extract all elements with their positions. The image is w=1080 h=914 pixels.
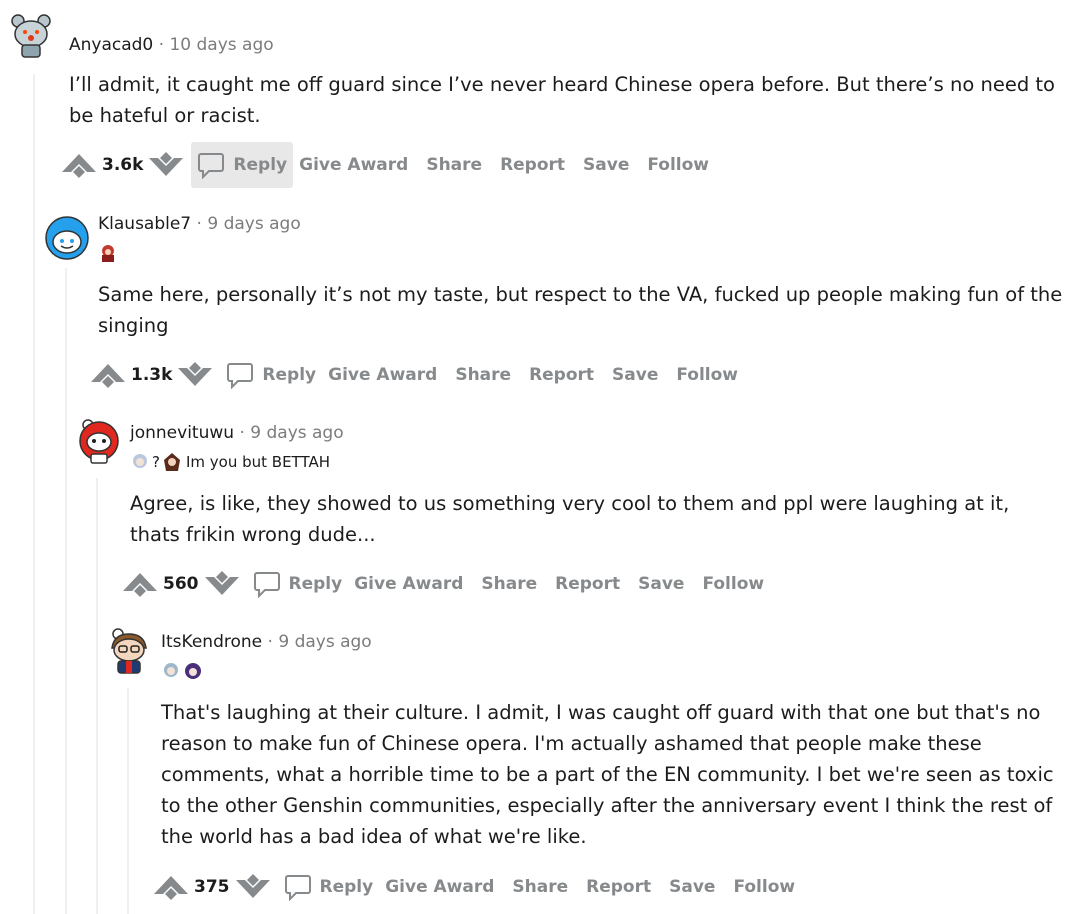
report-button[interactable]: Report <box>580 864 657 910</box>
flair-emoji-icon <box>185 663 201 679</box>
comment-bubble-icon <box>198 153 225 179</box>
downvote-icon[interactable] <box>147 150 185 180</box>
timestamp[interactable]: 10 days ago <box>169 35 273 55</box>
share-button[interactable]: Share <box>420 142 488 188</box>
comment-actions: 375 Reply Give Award Share Report Save F… <box>152 864 801 910</box>
vote-controls: 3.6k <box>60 150 185 180</box>
comment-body: That's laughing at their culture. I admi… <box>161 701 1054 848</box>
save-button[interactable]: Save <box>632 561 690 607</box>
user-flair <box>161 661 203 681</box>
reply-label: Reply <box>262 365 317 385</box>
author-name[interactable]: jonnevituwu <box>130 423 234 443</box>
thread-line[interactable] <box>65 268 67 914</box>
comment-actions: 1.3k Reply Give Award Share Report Save … <box>89 352 744 398</box>
downvote-icon[interactable] <box>234 872 272 902</box>
follow-button[interactable]: Follow <box>727 864 801 910</box>
share-button[interactable]: Share <box>475 561 543 607</box>
comment-body: Same here, personally it’s not my taste,… <box>98 283 1063 337</box>
share-button[interactable]: Share <box>449 352 517 398</box>
give-award-button[interactable]: Give Award <box>293 142 414 188</box>
save-button[interactable]: Save <box>577 142 635 188</box>
meta-separator: · <box>239 423 245 443</box>
comment-bubble-icon <box>284 875 311 901</box>
vote-controls: 375 <box>152 872 272 902</box>
comment-actions: 560 Reply Give Award Share Report Save F… <box>121 561 770 607</box>
save-button[interactable]: Save <box>663 864 721 910</box>
save-button[interactable]: Save <box>606 352 664 398</box>
meta-separator: · <box>158 35 165 55</box>
author-name[interactable]: Klausable7 <box>98 214 191 234</box>
reply-label: Reply <box>233 155 288 175</box>
timestamp[interactable]: 9 days ago <box>250 423 343 443</box>
follow-button[interactable]: Follow <box>641 142 715 188</box>
reply-label: Reply <box>288 574 343 594</box>
user-flair: ? Im you but BETTAH <box>130 452 330 472</box>
give-award-button[interactable]: Give Award <box>322 352 443 398</box>
thread-line[interactable] <box>33 74 35 914</box>
avatar[interactable] <box>44 215 90 261</box>
flair-text: Im you but BETTAH <box>185 453 330 471</box>
flair-emoji-icon <box>163 453 180 471</box>
author-name[interactable]: ItsKendrone <box>161 632 262 652</box>
vote-controls: 1.3k <box>89 360 214 390</box>
comment-bubble-icon <box>253 572 280 598</box>
give-award-button[interactable]: Give Award <box>348 561 469 607</box>
author-name[interactable]: Anyacad0 <box>69 35 153 55</box>
thread-line[interactable] <box>96 478 98 914</box>
upvote-icon[interactable] <box>60 150 98 180</box>
reply-label: Reply <box>319 877 374 897</box>
avatar[interactable] <box>8 12 54 58</box>
comment-body: I’ll admit, it caught me off guard since… <box>69 73 1055 127</box>
report-button[interactable]: Report <box>523 352 600 398</box>
avatar[interactable] <box>106 628 152 674</box>
vote-score: 3.6k <box>102 155 144 175</box>
vote-controls: 560 <box>121 569 241 599</box>
meta-separator: · <box>196 214 202 234</box>
flair-emoji-icon <box>102 245 114 262</box>
report-button[interactable]: Report <box>549 561 626 607</box>
upvote-icon[interactable] <box>121 569 159 599</box>
comment-bubble-icon <box>227 363 254 389</box>
comment-actions: 3.6k Reply Give Award Share Report Save … <box>60 142 715 188</box>
reply-button[interactable]: Reply <box>247 561 349 607</box>
timestamp[interactable]: 9 days ago <box>278 632 371 652</box>
reply-button[interactable]: Reply <box>278 864 380 910</box>
reply-button[interactable]: Reply <box>191 142 294 188</box>
downvote-icon[interactable] <box>176 360 214 390</box>
flair-mark: ? <box>152 453 160 471</box>
vote-score: 375 <box>194 877 230 897</box>
vote-score: 1.3k <box>131 365 173 385</box>
follow-button[interactable]: Follow <box>696 561 770 607</box>
follow-button[interactable]: Follow <box>670 352 744 398</box>
give-award-button[interactable]: Give Award <box>379 864 500 910</box>
report-button[interactable]: Report <box>494 142 571 188</box>
user-flair <box>98 243 118 263</box>
flair-emoji-icon <box>164 663 178 677</box>
flair-emoji-icon <box>133 454 147 468</box>
timestamp[interactable]: 9 days ago <box>207 214 300 234</box>
downvote-icon[interactable] <box>203 569 241 599</box>
avatar[interactable] <box>76 418 122 464</box>
comment-body: Agree, is like, they showed to us someth… <box>130 492 1010 546</box>
vote-score: 560 <box>163 574 199 594</box>
upvote-icon[interactable] <box>89 360 127 390</box>
upvote-icon[interactable] <box>152 872 190 902</box>
share-button[interactable]: Share <box>506 864 574 910</box>
reply-button[interactable]: Reply <box>220 352 322 398</box>
thread-line[interactable] <box>127 688 129 914</box>
meta-separator: · <box>267 632 273 652</box>
